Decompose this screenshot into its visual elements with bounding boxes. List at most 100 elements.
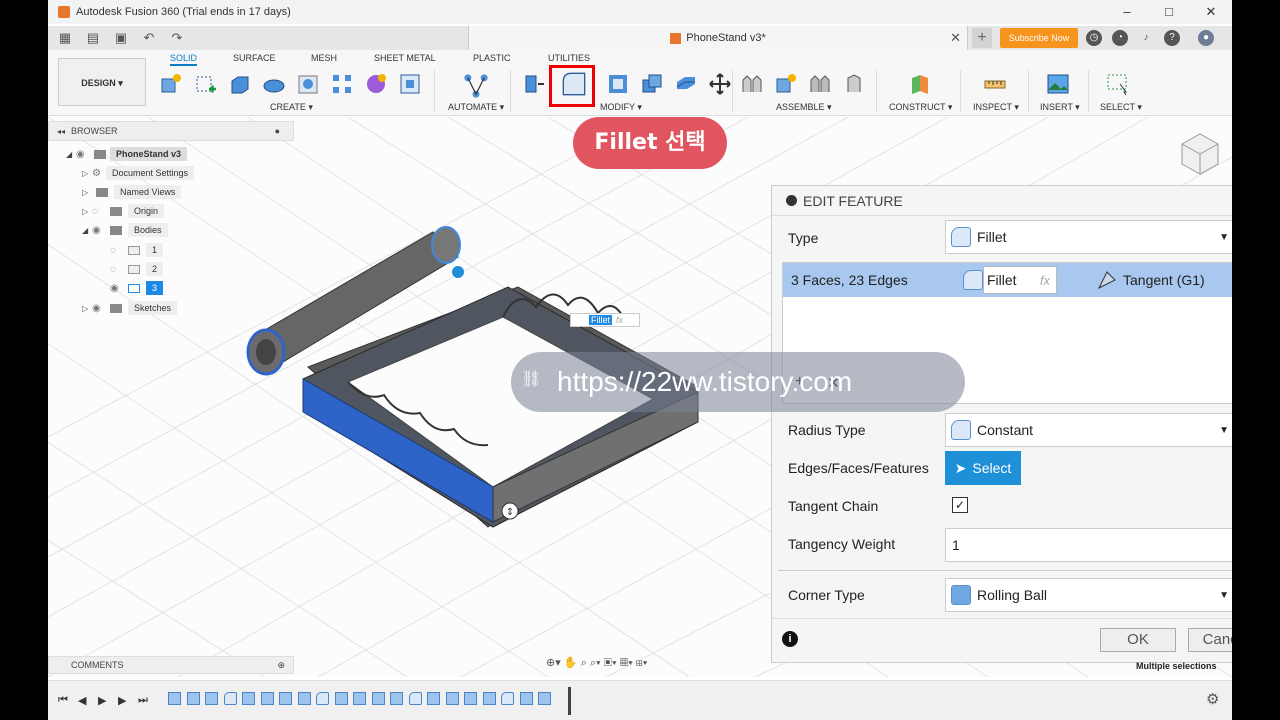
grid-settings-icon[interactable]: ▦▾ <box>620 657 633 669</box>
timeline-feature-icon[interactable] <box>279 692 292 705</box>
timeline-feature-icon[interactable] <box>260 692 274 705</box>
inspect-group-label[interactable]: INSPECT ▾ <box>973 102 1019 113</box>
extensions-icon[interactable]: ◷ <box>1086 30 1102 46</box>
extrude-icon[interactable] <box>228 72 252 96</box>
assemble-group-label[interactable]: ASSEMBLE ▾ <box>776 102 832 113</box>
fillet-radius-input[interactable]: Fillet fx <box>983 266 1057 294</box>
automate-icon[interactable] <box>462 72 490 100</box>
tab-utilities[interactable]: UTILITIES <box>548 53 590 63</box>
timeline-marker[interactable] <box>568 687 571 715</box>
workspace-switcher[interactable]: DESIGN ▾ <box>58 58 146 106</box>
visibility-icon[interactable]: ◉ <box>92 303 106 314</box>
browser-item-document-settings[interactable]: ▷ ⚙ Document Settings <box>82 165 195 181</box>
expand-icon[interactable]: ▷ <box>82 188 92 197</box>
display-settings-icon[interactable]: ▣▾ <box>604 657 617 669</box>
grid-menu-icon[interactable]: ▦ <box>54 28 76 48</box>
document-tab[interactable]: PhoneStand v3* ✕ <box>468 26 968 50</box>
new-tab-icon[interactable]: + <box>972 28 992 48</box>
insert-group-label[interactable]: INSERT ▾ <box>1040 102 1080 113</box>
timeline-feature-icon[interactable] <box>445 692 459 705</box>
play-icon[interactable]: ▶ <box>98 694 106 707</box>
browser-item-body-2[interactable]: ◌ 2 <box>110 261 164 277</box>
timeline-feature-icon[interactable] <box>223 692 237 705</box>
timeline-feature-icon[interactable] <box>482 692 496 705</box>
selection-row[interactable]: 3 Faces, 23 Edges Fillet fx Tangent (G1) <box>783 263 1232 297</box>
timeline-feature-icon[interactable] <box>186 692 200 705</box>
timeline-feature-icon[interactable] <box>242 692 255 705</box>
modify-group-label[interactable]: MODIFY ▾ <box>600 102 642 113</box>
hole-icon[interactable] <box>296 72 320 96</box>
add-comment-icon[interactable]: ⊕ <box>277 657 285 673</box>
browser-item-bodies[interactable]: ◢ ◉ Bodies <box>82 222 168 238</box>
timeline-feature-icon[interactable] <box>538 692 551 705</box>
tab-solid[interactable]: SOLID <box>170 53 198 66</box>
viewports-icon[interactable]: ⊞▾ <box>636 657 648 669</box>
new-component-icon[interactable] <box>159 72 183 96</box>
corner-type-dropdown[interactable]: Rolling Ball ▼ <box>945 578 1232 612</box>
move-copy-icon[interactable] <box>708 72 732 96</box>
info-icon[interactable]: i <box>782 631 798 647</box>
timeline-feature-icon[interactable] <box>353 692 366 705</box>
go-to-start-icon[interactable]: ⏮ <box>58 694 68 707</box>
timeline-feature-icon[interactable] <box>371 692 385 705</box>
comments-panel[interactable]: COMMENTS ⊕ <box>48 656 294 674</box>
expand-icon[interactable]: ◢ <box>66 150 76 159</box>
shell-icon[interactable] <box>606 72 630 96</box>
type-dropdown[interactable]: Fillet ▼ <box>945 220 1232 254</box>
visibility-icon[interactable]: ◉ <box>110 283 124 294</box>
redo-icon[interactable]: ↷ <box>166 28 188 48</box>
subscribe-button[interactable]: Subscribe Now <box>1000 28 1078 48</box>
create-group-label[interactable]: CREATE ▾ <box>270 102 313 113</box>
timeline-feature-icon[interactable] <box>168 692 181 705</box>
automate-group-label[interactable]: AUTOMATE ▾ <box>448 102 504 113</box>
canvas-fillet-input[interactable]: Fillet fx <box>570 313 640 327</box>
visibility-icon[interactable]: ◌ <box>110 264 124 275</box>
expand-icon[interactable]: ◢ <box>82 226 92 235</box>
visibility-icon[interactable]: ◉ <box>76 149 90 160</box>
job-status-icon[interactable]: ◔ <box>1112 30 1128 46</box>
tab-sheet-metal[interactable]: SHEET METAL <box>374 53 436 63</box>
go-to-end-icon[interactable]: ⏭ <box>138 694 148 707</box>
visibility-icon[interactable]: ◌ <box>110 245 124 256</box>
zoom-window-icon[interactable]: ⌕▾ <box>590 657 601 669</box>
joint-icon[interactable] <box>740 72 764 96</box>
pan-icon[interactable]: ✋ <box>564 657 578 669</box>
close-icon[interactable]: ✕ <box>1190 0 1232 24</box>
browser-item-origin[interactable]: ▷ ◌ Origin <box>82 203 165 219</box>
select-window-icon[interactable] <box>1106 72 1130 96</box>
timeline-feature-icon[interactable] <box>316 692 329 705</box>
maximize-icon[interactable]: □ <box>1148 0 1190 24</box>
select-edges-button[interactable]: ➤ Select <box>945 451 1021 485</box>
visibility-icon[interactable]: ◉ <box>92 225 106 236</box>
timeline-feature-icon[interactable] <box>501 692 514 705</box>
tab-surface[interactable]: SURFACE <box>233 53 276 63</box>
minimize-icon[interactable]: – <box>1106 0 1148 24</box>
tangent-chain-checkbox[interactable]: ✓ <box>952 497 968 513</box>
notifications-icon[interactable]: ♪ <box>1138 30 1154 46</box>
browser-item-sketches[interactable]: ▷ ◉ Sketches <box>82 300 178 316</box>
file-menu-icon[interactable]: ▤ <box>82 28 104 48</box>
tab-plastic[interactable]: PLASTIC <box>473 53 511 63</box>
browser-item-body-3[interactable]: ◉ 3 <box>110 280 164 296</box>
insert-image-icon[interactable] <box>1046 72 1070 96</box>
undo-icon[interactable]: ↶ <box>138 28 160 48</box>
timeline-feature-icon[interactable] <box>519 692 533 705</box>
browser-header[interactable]: ◂◂ BROWSER ● <box>48 121 294 141</box>
pin-icon[interactable]: ● <box>275 126 280 136</box>
orbit-icon[interactable]: ⊕▾ <box>546 657 561 669</box>
browser-item-named-views[interactable]: ▷ Named Views <box>82 184 182 200</box>
offset-face-icon[interactable] <box>674 72 698 96</box>
construct-plane-icon[interactable] <box>908 72 932 96</box>
measure-icon[interactable] <box>983 72 1007 96</box>
cancel-button[interactable]: Cancel <box>1188 628 1232 652</box>
ok-button[interactable]: OK <box>1100 628 1176 652</box>
expand-icon[interactable]: ▷ <box>82 304 92 313</box>
form-icon[interactable] <box>364 72 388 96</box>
collapse-dot-icon[interactable] <box>786 195 797 206</box>
expand-icon[interactable]: ▷ <box>82 207 92 216</box>
tangency-weight-input[interactable]: 1 <box>945 528 1232 562</box>
zoom-icon[interactable]: ⌕ <box>581 657 587 669</box>
timeline-settings-icon[interactable]: ⚙ <box>1206 690 1219 708</box>
timeline-feature-icon[interactable] <box>334 692 348 705</box>
continuity-value[interactable]: Tangent (G1) <box>1123 272 1205 288</box>
